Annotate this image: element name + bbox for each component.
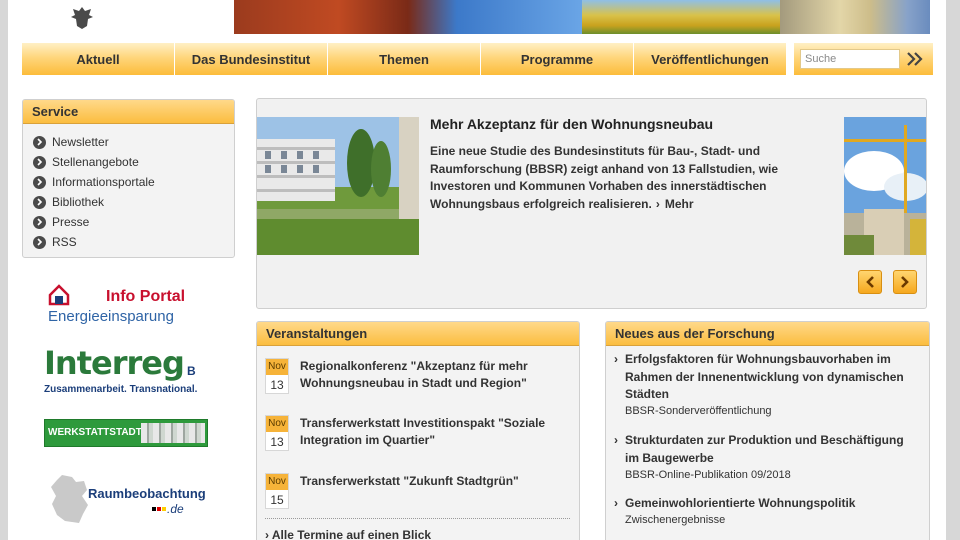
slide-title[interactable]: Mehr Akzeptanz für den Wohnungsneubau bbox=[430, 116, 713, 132]
circle-chevron-icon bbox=[33, 135, 46, 149]
event-date: Nov 15 bbox=[265, 473, 289, 509]
slider-next-button[interactable] bbox=[893, 270, 917, 294]
event-month: Nov bbox=[266, 416, 288, 432]
circle-chevron-icon bbox=[33, 235, 46, 249]
chevron-left-icon bbox=[866, 276, 874, 288]
nav-themen[interactable]: Themen bbox=[328, 43, 481, 75]
interreg-tagline: Zusammenarbeit. Transnational. bbox=[44, 384, 198, 395]
research-link[interactable]: Gemeinwohlorientierte Wohnungspolitik bbox=[625, 495, 915, 513]
service-item-label: Stellenangebote bbox=[52, 155, 139, 169]
all-events-link[interactable]: › Alle Termine auf einen Blick bbox=[265, 528, 431, 540]
service-list: Newsletter Stellenangebote Informationsp… bbox=[23, 124, 234, 252]
event-date: Nov 13 bbox=[265, 358, 289, 394]
raumbeobachtung-url: .de bbox=[167, 502, 184, 516]
nav-das-bundesinstitut[interactable]: Das Bundesinstitut bbox=[175, 43, 328, 75]
service-panel: Service Newsletter Stellenangebote Infor… bbox=[22, 99, 235, 258]
events-title: Veranstaltungen bbox=[257, 322, 579, 346]
chevron-right-icon: › bbox=[655, 196, 660, 211]
events-divider bbox=[265, 518, 570, 519]
nav-veroeffentlichungen[interactable]: Veröffentlichungen bbox=[634, 43, 787, 75]
main-navigation: Aktuell Das Bundesinstitut Themen Progra… bbox=[22, 43, 787, 75]
event-month: Nov bbox=[266, 474, 288, 490]
service-item-presse[interactable]: Presse bbox=[33, 212, 234, 232]
slide-text: Eine neue Studie des Bundesinstituts für… bbox=[430, 143, 840, 213]
chevron-right-icon: › bbox=[614, 352, 618, 366]
event-link[interactable]: Transferwerkstatt Investitionspakt "Sozi… bbox=[300, 415, 560, 449]
header-image-building bbox=[234, 0, 582, 34]
raumbeobachtung-title: Raumbeobachtung bbox=[88, 486, 206, 501]
event-date: Nov 13 bbox=[265, 415, 289, 451]
service-item-label: Informationsportale bbox=[52, 175, 155, 189]
search-box bbox=[794, 43, 933, 75]
all-events-label: Alle Termine auf einen Blick bbox=[271, 528, 432, 540]
research-panel: Neues aus der Forschung › Erfolgsfaktore… bbox=[605, 321, 930, 540]
interreg-b-logo[interactable]: Interreg B Zusammenarbeit. Transnational… bbox=[44, 344, 214, 398]
event-day: 13 bbox=[270, 378, 284, 392]
research-link[interactable]: Strukturdaten zur Produktion und Beschäf… bbox=[625, 432, 915, 467]
research-title: Neues aus der Forschung bbox=[606, 322, 929, 346]
werkstattstadt-graphic bbox=[141, 423, 205, 443]
event-day: 13 bbox=[270, 435, 284, 449]
service-item-newsletter[interactable]: Newsletter bbox=[33, 132, 234, 152]
raumbeobachtung-logo[interactable]: Raumbeobachtung .de bbox=[44, 472, 214, 526]
service-item-label: RSS bbox=[52, 235, 77, 249]
chevron-right-icon: › bbox=[265, 528, 269, 540]
header-image-town bbox=[780, 0, 930, 34]
interreg-title: Interreg bbox=[44, 344, 185, 382]
event-month: Nov bbox=[266, 359, 288, 375]
werkstattstadt-title: WERKSTATTSTADT bbox=[48, 427, 142, 438]
germany-map-icon bbox=[51, 475, 88, 523]
header-image-fields bbox=[582, 0, 780, 34]
info-portal-title: Info Portal bbox=[106, 288, 186, 305]
service-item-informationsportale[interactable]: Informationsportale bbox=[33, 172, 234, 192]
federal-eagle-logo[interactable] bbox=[68, 4, 96, 32]
chevron-right-icon bbox=[901, 276, 909, 288]
slide-image-housing[interactable] bbox=[257, 117, 419, 255]
service-item-bibliothek[interactable]: Bibliothek bbox=[33, 192, 234, 212]
chevron-right-icon: › bbox=[614, 496, 618, 510]
interreg-suffix: B bbox=[187, 364, 196, 378]
service-item-label: Presse bbox=[52, 215, 90, 229]
slide-more-link[interactable]: Mehr bbox=[665, 197, 694, 211]
event-link[interactable]: Transferwerkstatt "Zukunft Stadtgrün" bbox=[300, 473, 560, 490]
circle-chevron-icon bbox=[33, 215, 46, 229]
circle-chevron-icon bbox=[33, 195, 46, 209]
slider-prev-button[interactable] bbox=[858, 270, 882, 294]
flag-dots-icon bbox=[152, 507, 166, 511]
info-portal-energieeinsparung-logo[interactable]: Info Portal Energieeinsparung bbox=[44, 284, 214, 328]
events-panel: Veranstaltungen Nov 13 Regionalkonferenz… bbox=[256, 321, 580, 540]
event-link[interactable]: Regionalkonferenz "Akzeptanz für mehr Wo… bbox=[300, 358, 560, 392]
double-chevron-right-icon bbox=[907, 52, 923, 66]
circle-chevron-icon bbox=[33, 155, 46, 169]
search-submit-button[interactable] bbox=[904, 49, 926, 69]
teaser-slider: Mehr Akzeptanz für den Wohnungsneubau Ei… bbox=[256, 98, 927, 309]
house-icon bbox=[48, 284, 70, 306]
research-link[interactable]: Erfolgsfaktoren für Wohnungsbauvorhaben … bbox=[625, 351, 915, 404]
event-day: 15 bbox=[270, 493, 284, 507]
research-source: BBSR-Online-Publikation 09/2018 bbox=[625, 469, 791, 481]
service-item-stellenangebote[interactable]: Stellenangebote bbox=[33, 152, 234, 172]
research-source: BBSR-Sonderveröffentlichung bbox=[625, 405, 772, 417]
werkstattstadt-logo[interactable]: WERKSTATTSTADT bbox=[44, 419, 208, 447]
chevron-right-icon: › bbox=[614, 433, 618, 447]
info-portal-subtitle: Energieeinsparung bbox=[48, 308, 174, 325]
nav-aktuell[interactable]: Aktuell bbox=[22, 43, 175, 75]
service-item-label: Bibliothek bbox=[52, 195, 105, 209]
research-source: Zwischenergebnisse bbox=[625, 514, 726, 526]
service-item-rss[interactable]: RSS bbox=[33, 232, 234, 252]
nav-programme[interactable]: Programme bbox=[481, 43, 634, 75]
service-item-label: Newsletter bbox=[52, 135, 109, 149]
service-title: Service bbox=[23, 100, 234, 124]
slide-body: Eine neue Studie des Bundesinstituts für… bbox=[430, 144, 779, 211]
search-input[interactable] bbox=[800, 49, 900, 69]
slide-image-construction[interactable] bbox=[844, 117, 926, 255]
circle-chevron-icon bbox=[33, 175, 46, 189]
page: Aktuell Das Bundesinstitut Themen Progra… bbox=[8, 0, 946, 540]
